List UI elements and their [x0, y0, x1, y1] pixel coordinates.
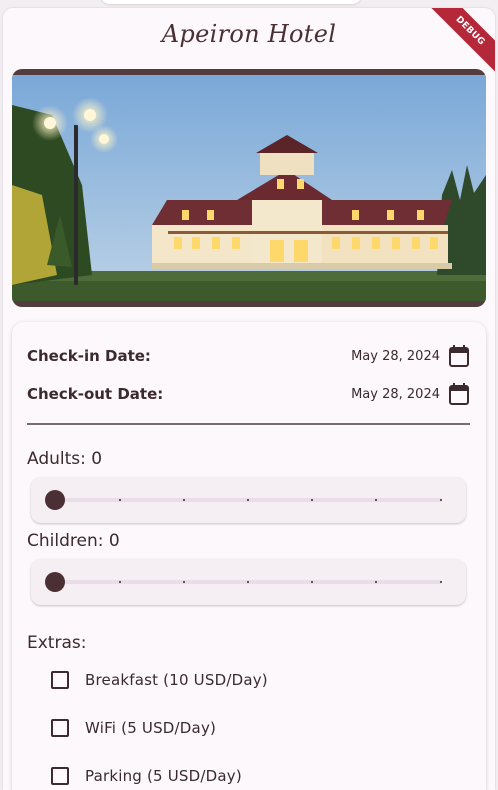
children-label: Children: 0: [27, 531, 120, 551]
children-slider-thumb[interactable]: [45, 572, 65, 592]
booking-card: Check-in Date: May 28, 2024 Check-out Da…: [12, 322, 486, 790]
children-slider[interactable]: [31, 559, 466, 605]
checkin-row: Check-in Date: May 28, 2024: [27, 341, 470, 371]
wifi-label: WiFi (5 USD/Day): [85, 719, 217, 737]
parking-label: Parking (5 USD/Day): [85, 767, 242, 785]
slider-tick: [440, 499, 442, 501]
slider-tick: [247, 581, 249, 583]
checkin-calendar-icon[interactable]: [448, 344, 470, 368]
app-screen: Apeiron Hotel DEBUG Check-in Date: May 2…: [3, 8, 495, 790]
slider-tick: [119, 581, 121, 583]
breakfast-label: Breakfast (10 USD/Day): [85, 671, 268, 689]
slider-tick: [375, 581, 377, 583]
slider-tick: [375, 499, 377, 501]
extras-label: Extras:: [27, 633, 87, 653]
slider-tick: [311, 499, 313, 501]
slider-tick: [183, 581, 185, 583]
checkin-value[interactable]: May 28, 2024: [351, 349, 440, 364]
checkout-row: Check-out Date: May 28, 2024: [27, 379, 470, 409]
divider: [27, 423, 470, 425]
slider-tick: [119, 499, 121, 501]
hotel-image: [12, 69, 486, 307]
slider-tick: [183, 499, 185, 501]
slider-tick: [440, 581, 442, 583]
checkin-label: Check-in Date:: [27, 347, 151, 365]
status-bar-nub: [100, 0, 362, 4]
extra-breakfast[interactable]: Breakfast (10 USD/Day): [51, 671, 268, 689]
checkout-label: Check-out Date:: [27, 385, 164, 403]
wifi-checkbox[interactable]: [51, 719, 69, 737]
checkout-calendar-icon[interactable]: [448, 382, 470, 406]
slider-tick: [311, 581, 313, 583]
extra-parking[interactable]: Parking (5 USD/Day): [51, 767, 242, 785]
hotel-photo: [12, 75, 486, 301]
adults-slider[interactable]: [31, 477, 466, 523]
adults-slider-thumb[interactable]: [45, 490, 65, 510]
app-title: Apeiron Hotel: [161, 20, 337, 48]
parking-checkbox[interactable]: [51, 767, 69, 785]
checkout-value[interactable]: May 28, 2024: [351, 387, 440, 402]
breakfast-checkbox[interactable]: [51, 671, 69, 689]
adults-label: Adults: 0: [27, 449, 103, 469]
slider-tick: [247, 499, 249, 501]
extra-wifi[interactable]: WiFi (5 USD/Day): [51, 719, 216, 737]
